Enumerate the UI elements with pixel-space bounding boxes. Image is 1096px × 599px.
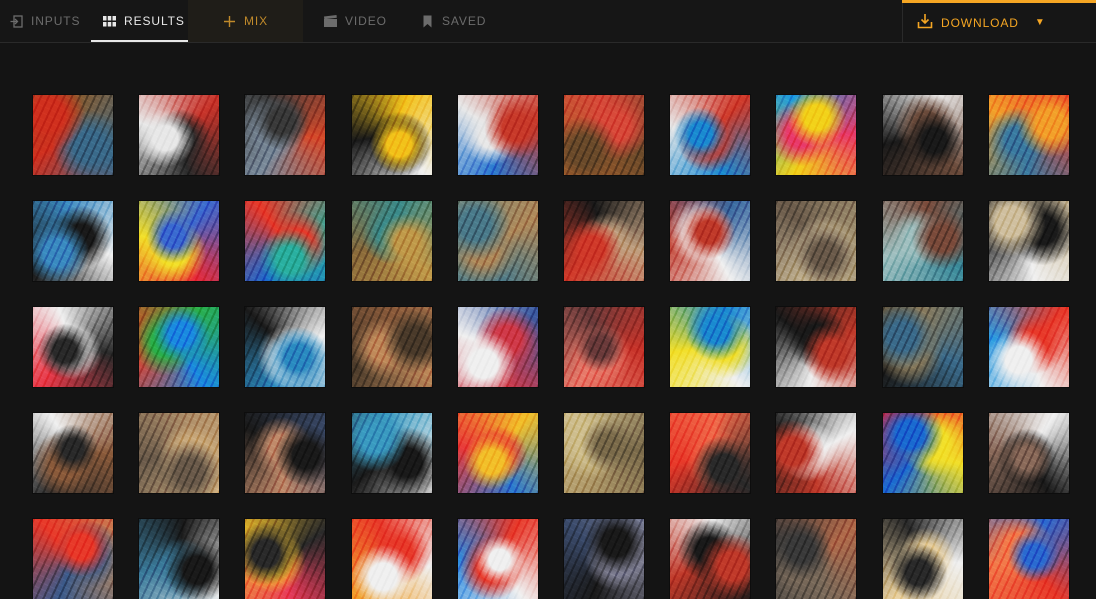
result-thumbnail[interactable] [33, 95, 113, 175]
download-label: DOWNLOAD [941, 15, 1019, 30]
result-thumbnail[interactable] [882, 519, 963, 599]
result-thumbnail[interactable] [457, 95, 538, 175]
result-thumbnail[interactable] [245, 519, 326, 599]
result-thumbnail[interactable] [988, 307, 1069, 387]
result-thumbnail[interactable] [882, 201, 963, 281]
result-thumbnail[interactable] [457, 413, 538, 493]
result-thumbnail[interactable] [670, 413, 751, 493]
result-thumbnail[interactable] [670, 307, 751, 387]
result-thumbnail[interactable] [776, 95, 857, 175]
result-thumbnail[interactable] [988, 519, 1069, 599]
result-thumbnail[interactable] [670, 201, 751, 281]
result-thumbnail[interactable] [139, 413, 220, 493]
result-thumbnail[interactable] [776, 413, 857, 493]
download-button[interactable]: DOWNLOAD ▼ [902, 3, 1096, 42]
result-thumbnail[interactable] [563, 201, 644, 281]
result-thumbnail[interactable] [988, 201, 1069, 281]
result-thumbnail[interactable] [988, 413, 1069, 493]
tab-results-label: RESULTS [124, 14, 185, 28]
result-thumbnail[interactable] [139, 201, 220, 281]
result-thumbnail[interactable] [457, 201, 538, 281]
result-thumbnail[interactable] [563, 307, 644, 387]
tab-mix[interactable]: MIX [188, 0, 303, 42]
result-thumbnail[interactable] [245, 307, 326, 387]
result-thumbnail[interactable] [139, 307, 220, 387]
result-thumbnail[interactable] [457, 307, 538, 387]
tab-saved-label: SAVED [442, 14, 487, 28]
result-thumbnail[interactable] [670, 95, 751, 175]
result-thumbnail[interactable] [882, 413, 963, 493]
result-thumbnail[interactable] [33, 519, 113, 599]
caret-down-icon[interactable]: ▼ [1035, 17, 1046, 28]
plus-icon [223, 15, 236, 28]
result-thumbnail[interactable] [33, 201, 113, 281]
result-thumbnail[interactable] [563, 413, 644, 493]
result-thumbnail[interactable] [882, 95, 963, 175]
film-icon [324, 14, 337, 28]
tab-saved[interactable]: SAVED [421, 0, 486, 42]
tab-inputs[interactable]: INPUTS [10, 0, 80, 42]
result-thumbnail[interactable] [33, 413, 113, 493]
tab-inputs-label: INPUTS [31, 14, 81, 28]
result-thumbnail[interactable] [882, 307, 963, 387]
result-thumbnail[interactable] [457, 519, 538, 599]
result-thumbnail[interactable] [139, 519, 220, 599]
result-thumbnail[interactable] [670, 519, 751, 599]
result-thumbnail[interactable] [33, 307, 113, 387]
grid-icon [103, 15, 116, 28]
result-thumbnail[interactable] [776, 519, 857, 599]
bookmark-icon [421, 15, 434, 28]
tab-mix-label: MIX [243, 14, 269, 28]
result-thumbnail[interactable] [351, 201, 432, 281]
result-thumbnail[interactable] [776, 201, 857, 281]
result-thumbnail[interactable] [563, 519, 644, 599]
result-thumbnail[interactable] [245, 95, 326, 175]
tab-video[interactable]: VIDEO [324, 0, 387, 42]
result-thumbnail[interactable] [563, 95, 644, 175]
result-thumbnail[interactable] [351, 95, 432, 175]
result-thumbnail[interactable] [351, 307, 432, 387]
result-thumbnail[interactable] [139, 95, 220, 175]
top-toolbar: INPUTS RESULTS MIX VIDEO SAVED DOWNLOAD … [0, 0, 1096, 43]
tab-video-label: VIDEO [345, 14, 387, 28]
result-thumbnail[interactable] [351, 413, 432, 493]
results-grid [33, 95, 1069, 599]
tab-results[interactable]: RESULTS [91, 0, 188, 42]
result-thumbnail[interactable] [245, 413, 326, 493]
result-thumbnail[interactable] [351, 519, 432, 599]
result-thumbnail[interactable] [776, 307, 857, 387]
result-thumbnail[interactable] [988, 95, 1069, 175]
download-icon [917, 13, 933, 32]
input-arrow-icon [10, 14, 23, 28]
active-tab-indicator [91, 40, 188, 42]
result-thumbnail[interactable] [245, 201, 326, 281]
